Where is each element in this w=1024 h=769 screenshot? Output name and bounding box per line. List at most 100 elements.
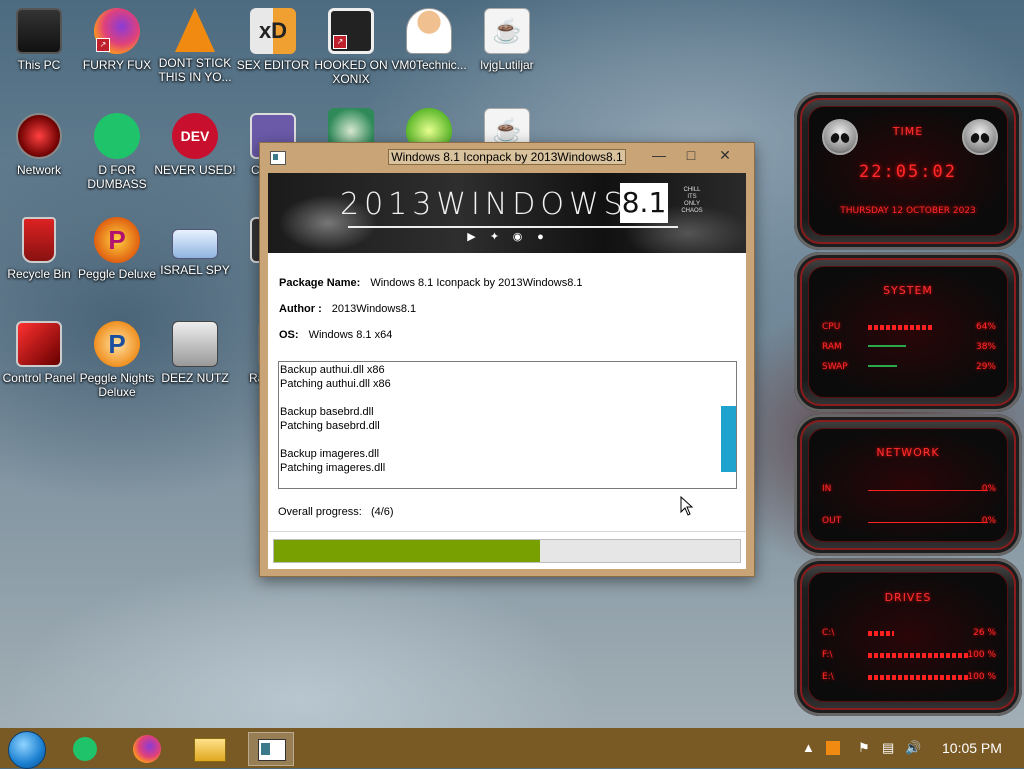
ram-bar	[868, 345, 906, 347]
drives-title: DRIVES	[884, 591, 932, 604]
desktop-icon-sex-editor[interactable]: xD SEX EDITOR	[231, 8, 315, 72]
desktop-icon-label: Control Panel	[2, 371, 76, 385]
tray-app-icon[interactable]	[826, 741, 840, 755]
drive-f-bar	[868, 653, 968, 658]
system-panel: SYSTEM CPU 64% RAM 38% SWAP 29%	[794, 252, 1022, 412]
desktop-icon-lvjglutiljar[interactable]: ☕ lvjgLutiljar	[465, 8, 549, 72]
hxd-editor-icon: xD	[250, 8, 296, 54]
ram-label: RAM	[822, 342, 842, 352]
desktop-icon-hooked-on-xonix[interactable]: ↗ HOOKED ON XONIX	[309, 8, 393, 86]
network-title: NETWORK	[876, 446, 940, 459]
desktop-icon-label: FURRY FUX	[82, 58, 152, 72]
cpu-bar	[868, 325, 932, 330]
desktop-icon-peggle-nights[interactable]: P Peggle Nights Deluxe	[75, 321, 159, 399]
notes-app-icon	[94, 113, 140, 159]
twitter-icon: ✦	[489, 231, 500, 243]
desktop-icon-d-for-dumbass[interactable]: D FOR DUMBASS	[75, 113, 159, 191]
drive-f-label: F:\	[822, 650, 833, 660]
network-globe-icon	[16, 113, 62, 159]
desktop-icon-this-pc[interactable]: This PC	[0, 8, 81, 72]
os-label: OS:	[279, 329, 299, 341]
taskbar-file-explorer-button[interactable]	[186, 732, 232, 766]
mouse-pointer-icon	[680, 496, 694, 516]
notes-app-icon	[73, 737, 97, 761]
time-value: 22:05:02	[859, 162, 957, 182]
desktop-icon-vm0technic[interactable]: VM0Technic...	[387, 8, 471, 72]
github-icon: ●	[537, 231, 544, 243]
shortcut-arrow-icon: ↗	[333, 35, 347, 49]
drive-f-value: 100 %	[967, 650, 996, 660]
drive-e-row: E:\ 100 %	[822, 672, 996, 684]
remote-computer-icon	[172, 229, 218, 259]
desktop-icon-furry-fux[interactable]: ↗ FURRY FUX	[75, 8, 159, 72]
desktop-icon-network[interactable]: Network	[0, 113, 81, 177]
banner-small-text: CHILL ITS ONLY CHAOS	[681, 187, 703, 214]
overall-progress-value: (4/6)	[370, 506, 394, 518]
action-center-flag-icon[interactable]: ⚑	[858, 740, 870, 756]
desktop-icon-israel-spy[interactable]: ISRAEL SPY	[153, 217, 237, 277]
drives-panel: DRIVES C:\ 26 % F:\ 100 % E:\ 100 %	[794, 558, 1022, 716]
progress-fill	[274, 540, 540, 562]
log-line: Patching imageres.dll	[280, 462, 386, 474]
computer-icon	[16, 8, 62, 54]
network-panel: NETWORK IN 0% OUT 0%	[794, 414, 1022, 556]
system-title: SYSTEM	[883, 284, 933, 297]
desktop-icon-dont-stick[interactable]: DONT STICK THIS IN YO...	[153, 8, 237, 84]
start-orb-button[interactable]	[8, 731, 46, 769]
shortcut-arrow-icon: ↗	[96, 38, 110, 52]
instagram-icon: ◉	[512, 231, 523, 243]
desktop-icon-label: This PC	[17, 58, 61, 72]
control-panel-icon	[16, 321, 62, 367]
desktop-icon-label: VM0Technic...	[391, 58, 467, 72]
swap-bar	[868, 365, 897, 367]
drive-c-bar	[868, 631, 894, 636]
drive-c-label: C:\	[822, 628, 835, 638]
desktop-icon-control-panel[interactable]: Control Panel	[0, 321, 81, 385]
minimize-button[interactable]: —	[644, 145, 674, 165]
taskbar-notes-app-button[interactable]	[62, 732, 108, 766]
banner-underline	[348, 226, 678, 228]
author-value: 2013Windows8.1	[331, 303, 417, 315]
log-line: Backup basebrd.dll	[280, 406, 374, 418]
log-line: Backup authui.dll x86	[280, 364, 385, 376]
banner-brand: 2013WINDOWS	[340, 187, 628, 222]
network-in-value: 0%	[981, 484, 996, 494]
desktop-icon-deez-nutz[interactable]: DEEZ NUTZ	[153, 321, 237, 385]
network-out-row: OUT 0%	[822, 516, 996, 528]
volume-icon[interactable]: 🔊	[905, 740, 921, 756]
network-in-graph	[868, 490, 988, 491]
desktop-icon-recycle-bin[interactable]: Recycle Bin	[0, 217, 81, 281]
package-name-value: Windows 8.1 Iconpack by 2013Windows8.1	[370, 277, 583, 289]
taskbar-firefox-button[interactable]	[124, 732, 170, 766]
desktop-icon-peggle-deluxe[interactable]: P Peggle Deluxe	[75, 217, 159, 281]
taskbar-installer-button[interactable]	[248, 732, 294, 766]
network-in-label: IN	[822, 484, 832, 494]
vlc-cone-icon	[175, 8, 215, 52]
divider	[268, 531, 746, 532]
recycle-bin-icon	[22, 217, 56, 263]
network-tray-icon[interactable]: ▤	[882, 740, 894, 756]
network-in-row: IN 0%	[822, 484, 996, 496]
peggle-icon: P	[94, 217, 140, 263]
youtube-icon: ▶	[467, 231, 476, 243]
time-title: TIME	[892, 125, 924, 138]
desktop-icon-never-used[interactable]: DEV NEVER USED!	[153, 113, 237, 177]
drive-e-value: 100 %	[967, 672, 996, 682]
desktop-icon-label: Peggle Nights Deluxe	[79, 371, 155, 399]
install-log-textbox[interactable]: Backup authui.dll x86 Patching authui.dl…	[278, 361, 737, 489]
taskbar: ▲ ⚑ ▤ 🔊 10:05 PM	[0, 728, 1024, 769]
network-out-graph	[868, 522, 988, 523]
author-label: Author :	[279, 303, 322, 315]
overall-progress-text: Overall progress: (4/6)	[278, 506, 394, 518]
maximize-button[interactable]: □	[676, 145, 706, 165]
desktop-icon-label: DEEZ NUTZ	[161, 371, 229, 385]
log-scrollbar-thumb[interactable]	[721, 406, 736, 472]
firefox-icon: ↗	[94, 8, 140, 54]
cpu-label: CPU	[822, 322, 841, 332]
peggle-nights-icon: P	[94, 321, 140, 367]
taskbar-clock[interactable]: 10:05 PM	[942, 740, 1002, 756]
cpu-value: 64%	[975, 322, 996, 332]
window-title-bar[interactable]: Windows 8.1 Iconpack by 2013Windows8.1 —…	[260, 143, 754, 171]
close-button[interactable]: ✕	[710, 145, 740, 165]
show-hidden-icons-button[interactable]: ▲	[802, 740, 815, 755]
